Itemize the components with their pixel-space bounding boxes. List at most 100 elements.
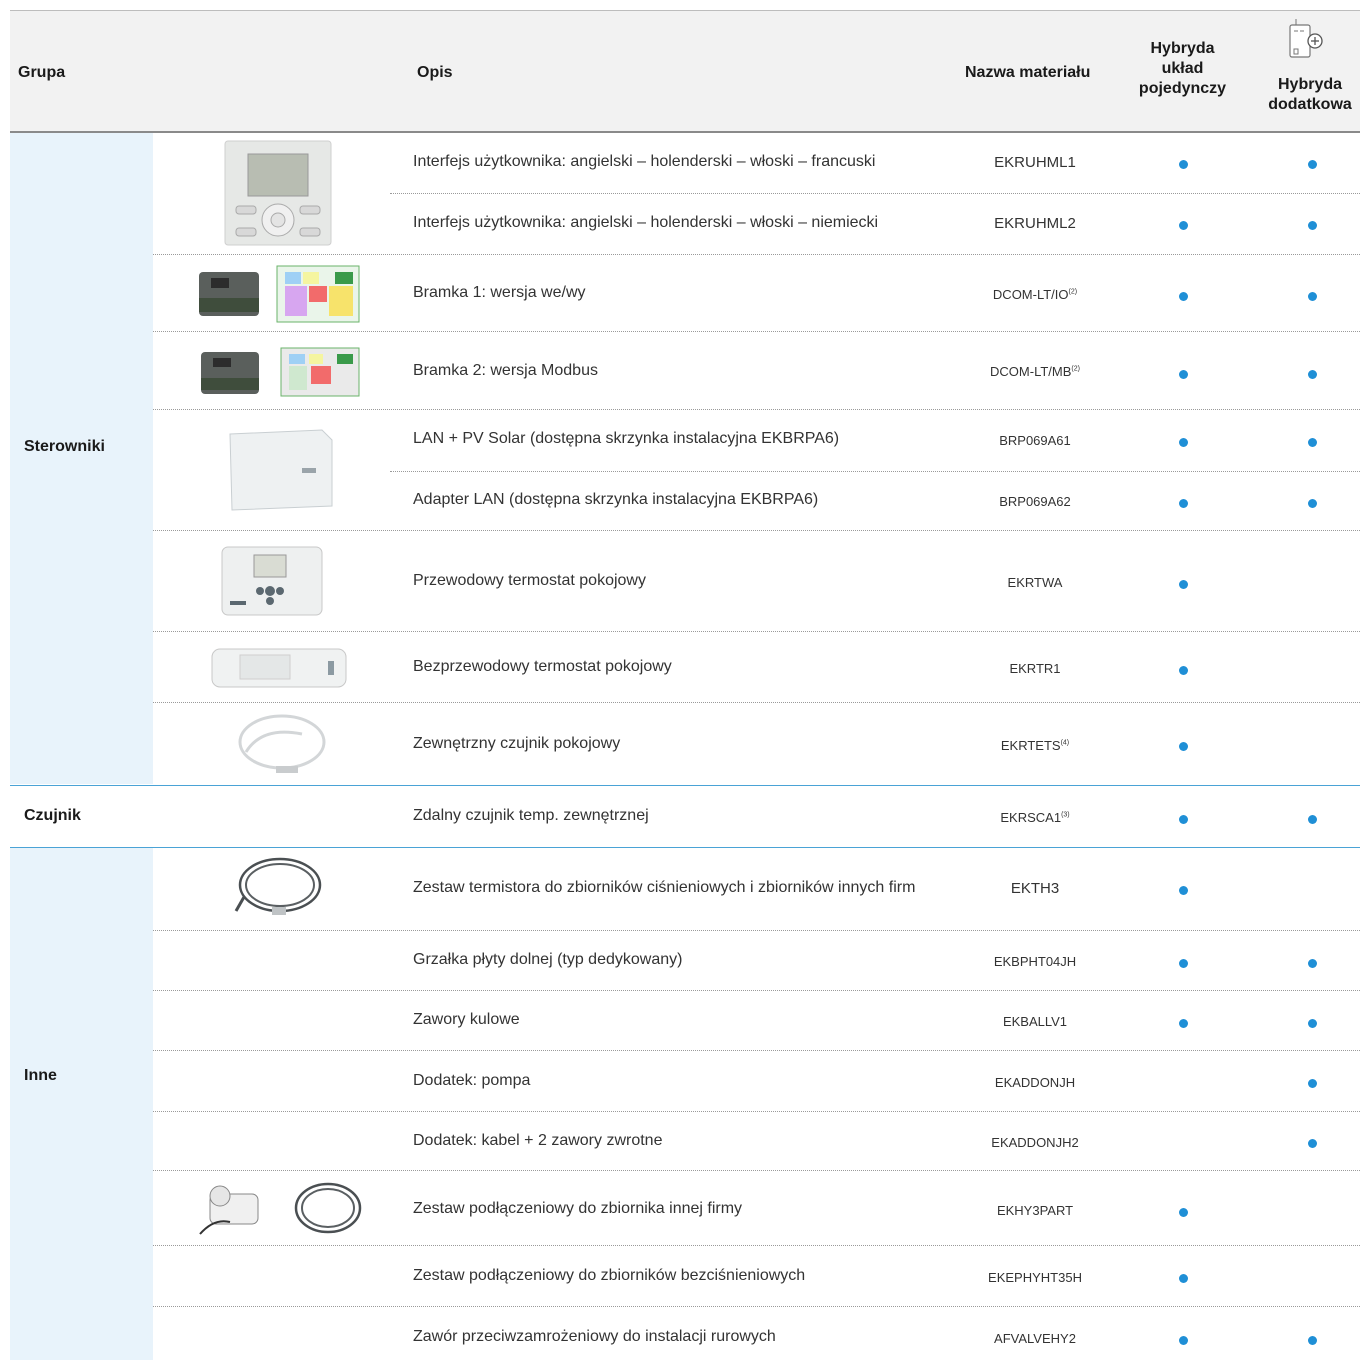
- row-separator: [153, 409, 1360, 410]
- row-code: AFVALVEHY2: [994, 1331, 1076, 1346]
- availability-dot-extra: [1308, 1019, 1317, 1028]
- group-separator: [10, 847, 1360, 848]
- availability-dot-extra: [1308, 1079, 1317, 1088]
- row-description: Zestaw podłączeniowy do zbiornika innej …: [413, 1200, 743, 1217]
- availability-dot-extra: [1308, 1139, 1317, 1148]
- row-description: Dodatek: kabel + 2 zawory zwrotne: [413, 1132, 663, 1149]
- row-code-text: EKRSCA1: [1000, 810, 1062, 825]
- availability-dot-single: [1179, 1336, 1188, 1345]
- row-code-text: DCOM-LT/MB: [990, 364, 1072, 379]
- gateway-io-image: [199, 265, 360, 323]
- thermistor-cable-image: [234, 857, 322, 915]
- row-code: EKTH3: [1010, 880, 1060, 897]
- row-separator: [390, 471, 1360, 472]
- third-party-tank-kit-image: [199, 1182, 362, 1235]
- row-separator: [153, 1245, 1360, 1246]
- row-code: EKRUHML2: [994, 215, 1076, 232]
- group-label-czujnik: Czujnik: [24, 807, 81, 824]
- row-separator: [153, 331, 1360, 332]
- group-separator: [10, 785, 1360, 786]
- header-grupa: Grupa: [18, 64, 66, 81]
- availability-dot-single: [1179, 160, 1188, 169]
- row-description: Przewodowy termostat pokojowy: [413, 572, 646, 589]
- row-separator: [153, 990, 1360, 991]
- table-header: Grupa Opis Nazwa materiału Hybryda układ…: [10, 11, 1360, 133]
- row-description: Bezprzewodowy termostat pokojowy: [413, 658, 672, 675]
- availability-dot-extra: [1308, 438, 1317, 447]
- row-description: Interfejs użytkownika: angielski – holen…: [413, 153, 876, 170]
- availability-dot-extra: [1308, 1336, 1317, 1345]
- row-separator: [390, 193, 1360, 194]
- row-code-text: DCOM-LT/IO: [992, 287, 1069, 302]
- row-code: EKBPHT04JH: [993, 954, 1077, 969]
- availability-dot-single: [1179, 438, 1188, 447]
- row-description: Zawory kulowe: [413, 1011, 520, 1028]
- row-code: EKADDONJH2: [991, 1135, 1079, 1150]
- row-separator: [153, 530, 1360, 531]
- availability-dot-single: [1179, 580, 1188, 589]
- row-separator: [153, 1111, 1360, 1112]
- row-code-footnote: (4): [1060, 739, 1070, 747]
- row-description: Zawór przeciwzamrożeniowy do instalacji …: [413, 1328, 776, 1345]
- group-label-inne: Inne: [24, 1067, 57, 1084]
- row-description: Grzałka płyty dolnej (typ dedykowany): [413, 951, 683, 968]
- row-code: EKRTR1: [1009, 661, 1061, 676]
- row-separator: [153, 254, 1360, 255]
- header-nazwa: Nazwa materiału: [965, 64, 1091, 81]
- row-code: BRP069A61: [999, 433, 1071, 448]
- row-code: EKHY3PART: [996, 1203, 1074, 1218]
- row-description: Adapter LAN (dostępna skrzynka instalacy…: [413, 491, 819, 508]
- availability-dot-extra: [1308, 959, 1317, 968]
- row-code: EKRSCA1(3): [975, 810, 1095, 825]
- availability-dot-single: [1179, 1208, 1188, 1217]
- availability-dot-single: [1179, 221, 1188, 230]
- row-separator: [153, 1170, 1360, 1171]
- row-separator: [153, 1306, 1360, 1307]
- row-code-footnote: (2): [1068, 288, 1078, 296]
- header-single: Hybryda układ pojedynczy: [1138, 40, 1227, 97]
- row-separator: [153, 930, 1360, 931]
- group-band-sterowniki: [10, 133, 153, 784]
- availability-dot-extra: [1308, 815, 1317, 824]
- availability-dot-extra: [1308, 221, 1317, 230]
- availability-dot-single: [1179, 499, 1188, 508]
- row-description: Interfejs użytkownika: angielski – holen…: [413, 214, 879, 231]
- row-code: EKBALLV1: [1002, 1014, 1068, 1029]
- group-band-inne: [10, 848, 153, 1360]
- row-description: Bramka 1: wersja we/wy: [413, 284, 586, 301]
- row-description: Dodatek: pompa: [413, 1072, 531, 1089]
- wireless-thermostat-image: [211, 648, 347, 688]
- room-sensor-cable-image: [238, 714, 326, 773]
- row-code: DCOM-LT/IO(2): [975, 287, 1095, 302]
- header-extra: Hybryda dodatkowa: [1268, 76, 1352, 113]
- availability-dot-extra: [1308, 499, 1317, 508]
- row-separator: [153, 1050, 1360, 1051]
- availability-dot-single: [1179, 292, 1188, 301]
- header-opis: Opis: [417, 64, 453, 81]
- row-code: DCOM-LT/MB(2): [975, 364, 1095, 379]
- row-code: EKRUHML1: [994, 154, 1076, 171]
- wired-thermostat-image: [221, 546, 323, 616]
- availability-dot-extra: [1308, 370, 1317, 379]
- availability-dot-single: [1179, 1019, 1188, 1028]
- availability-dot-single: [1179, 370, 1188, 379]
- availability-dot-single: [1179, 959, 1188, 968]
- availability-dot-single: [1179, 815, 1188, 824]
- row-description: LAN + PV Solar (dostępna skrzynka instal…: [413, 430, 840, 447]
- row-description: Zestaw termistora do zbiorników ciśnieni…: [413, 879, 916, 896]
- row-separator: [153, 631, 1360, 632]
- row-code: EKRTETS(4): [975, 738, 1095, 753]
- hybrid-addon-unit-icon: [1289, 19, 1323, 58]
- row-description: Bramka 2: wersja Modbus: [413, 362, 598, 379]
- row-description: Zdalny czujnik temp. zewnętrznej: [413, 807, 649, 824]
- row-code-footnote: (3): [1061, 811, 1070, 819]
- row-description: Zestaw podłączeniowy do zbiorników bezci…: [413, 1267, 806, 1284]
- availability-dot-single: [1179, 666, 1188, 675]
- row-code: BRP069A62: [999, 494, 1071, 509]
- row-code-text: EKRTETS: [1000, 738, 1061, 753]
- availability-dot-single: [1179, 886, 1188, 895]
- row-separator: [153, 702, 1360, 703]
- group-label-sterowniki: Sterowniki: [24, 438, 105, 455]
- row-code-footnote: (2): [1071, 365, 1080, 373]
- availability-dot-single: [1179, 742, 1188, 751]
